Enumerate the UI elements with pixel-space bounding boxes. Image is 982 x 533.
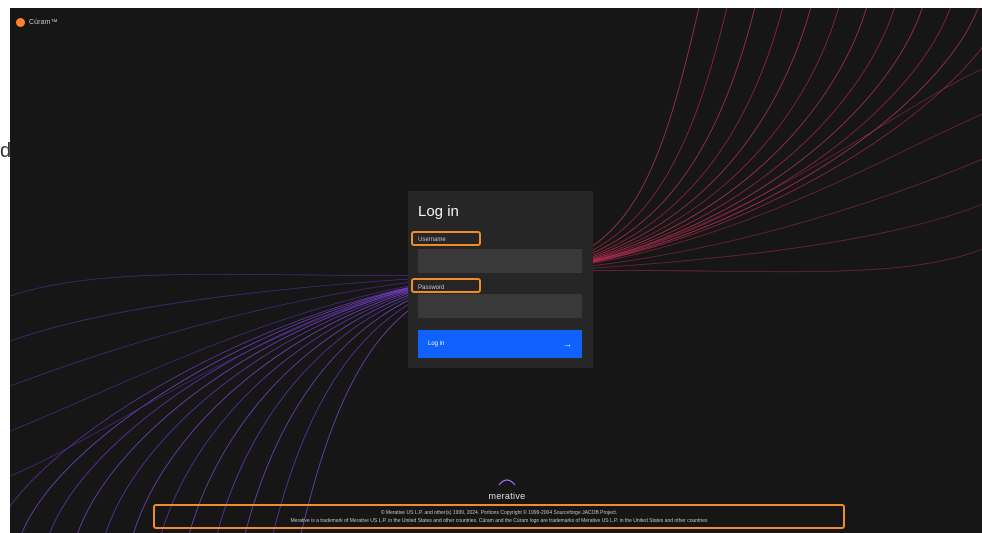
brand-header: Cúram™ <box>16 18 58 27</box>
login-button-label: Log in <box>428 341 445 347</box>
login-page: Cúram™ Log in Username Password Log in →… <box>10 8 982 533</box>
arrow-right-icon: → <box>563 339 572 349</box>
brand-name: Cúram™ <box>29 19 58 26</box>
login-button[interactable]: Log in → <box>418 330 582 358</box>
username-input[interactable] <box>418 249 582 273</box>
login-title: Log in <box>418 203 459 220</box>
password-label-highlight <box>411 278 481 293</box>
merative-wordmark: merative <box>488 491 526 501</box>
username-label-highlight <box>411 231 481 246</box>
footer-legal: © Merative US L.P. and other(s) 1999, 20… <box>153 504 845 529</box>
curam-logo-icon <box>16 18 25 27</box>
merative-logo: merative <box>485 473 529 501</box>
footer-trademark: Merative is a trademark of Merative US L… <box>290 518 708 524</box>
merative-arc-icon <box>498 479 516 486</box>
password-input[interactable] <box>418 294 582 318</box>
login-form: Log in Username Password Log in → <box>408 191 593 368</box>
footer-copyright: © Merative US L.P. and other(s) 1999, 20… <box>380 510 618 516</box>
